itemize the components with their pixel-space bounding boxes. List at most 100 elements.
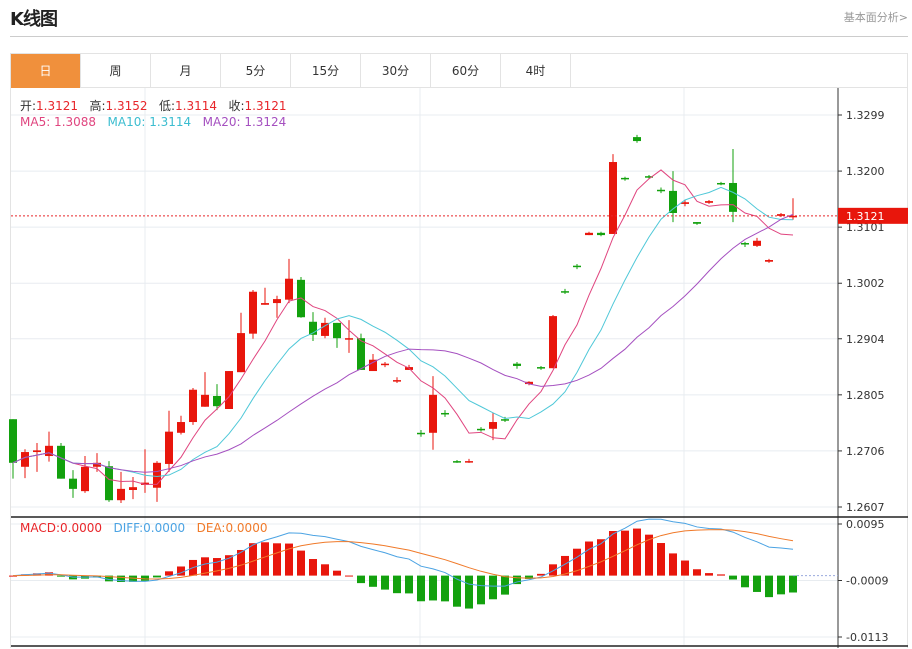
close-label: 收: bbox=[228, 99, 245, 113]
macd-bar bbox=[297, 550, 305, 576]
candle-up bbox=[165, 431, 173, 464]
macd-tick-label: -0.0113 bbox=[846, 631, 888, 644]
macd-readout: MACD:0.0000 DIFF:0.0000 DEA:0.0000 bbox=[20, 521, 267, 535]
candle-down bbox=[417, 432, 425, 435]
macd-bar bbox=[405, 575, 413, 594]
diff-value: DIFF:0.0000 bbox=[113, 521, 186, 535]
macd-bar bbox=[465, 575, 473, 609]
ma10-value: MA10: 1.3114 bbox=[107, 115, 192, 129]
ma20-line bbox=[12, 213, 794, 473]
candle-up bbox=[285, 278, 293, 300]
candle-up bbox=[381, 363, 389, 366]
macd-bar bbox=[585, 541, 593, 576]
candle-up bbox=[609, 162, 617, 234]
macd-bar bbox=[261, 542, 269, 576]
candle-up bbox=[465, 461, 473, 463]
macd-bar bbox=[729, 575, 737, 580]
candle-up bbox=[189, 389, 197, 423]
ma5-line bbox=[12, 169, 794, 485]
candle-down bbox=[9, 419, 17, 463]
macd-bar bbox=[357, 575, 365, 584]
candle-down bbox=[633, 137, 641, 142]
macd-bar bbox=[657, 543, 665, 576]
candle-up bbox=[201, 394, 209, 407]
candle-up bbox=[585, 232, 593, 236]
macd-bar bbox=[549, 564, 557, 576]
candle-up bbox=[273, 299, 281, 304]
candle-down bbox=[657, 189, 665, 192]
candle-down bbox=[441, 412, 449, 415]
macd-bar bbox=[273, 543, 281, 576]
macd-bar bbox=[489, 575, 497, 600]
macd-bar bbox=[789, 575, 797, 593]
candle-down bbox=[717, 182, 725, 185]
candle-down bbox=[57, 445, 65, 479]
macd-bar bbox=[369, 575, 377, 587]
ma20-value: MA20: 1.3124 bbox=[202, 115, 287, 129]
macd-bar bbox=[165, 571, 173, 576]
ma-readout: MA5: 1.3088 MA10: 1.3114 MA20: 1.3124 bbox=[20, 115, 286, 129]
price-tick-label: 1.2706 bbox=[846, 445, 885, 458]
dea-value: DEA:0.0000 bbox=[196, 521, 268, 535]
candle-up bbox=[117, 488, 125, 501]
low-value: 1.3114 bbox=[175, 99, 218, 113]
candle-up bbox=[249, 291, 257, 334]
macd-bar bbox=[417, 575, 425, 602]
macd-bar bbox=[705, 573, 713, 576]
macd-bar bbox=[333, 570, 341, 576]
price-tick-label: 1.3299 bbox=[846, 109, 885, 122]
candle-down bbox=[105, 466, 113, 501]
candle-down bbox=[597, 232, 605, 236]
macd-bar bbox=[321, 564, 329, 576]
macd-bar bbox=[741, 575, 749, 588]
macd-bar bbox=[393, 575, 401, 594]
macd-value: MACD:0.0000 bbox=[20, 521, 103, 535]
candle-down bbox=[561, 291, 569, 293]
macd-bar bbox=[213, 558, 221, 576]
open-label: 开: bbox=[20, 99, 37, 113]
candle-up bbox=[345, 338, 353, 340]
macd-bar bbox=[381, 575, 389, 590]
candle-up bbox=[177, 422, 185, 433]
macd-bar bbox=[669, 553, 677, 576]
low-label: 低: bbox=[159, 99, 176, 113]
macd-bar bbox=[441, 575, 449, 602]
candle-down bbox=[537, 367, 545, 369]
high-value: 1.3152 bbox=[105, 99, 148, 113]
price-tick-label: 1.2607 bbox=[846, 501, 885, 514]
candle-up bbox=[81, 466, 89, 492]
candle-down bbox=[357, 338, 365, 370]
candle-up bbox=[429, 394, 437, 433]
candle-down bbox=[453, 461, 461, 463]
price-tick-label: 1.2805 bbox=[846, 389, 885, 402]
candle-down bbox=[69, 478, 77, 489]
candle-down bbox=[741, 243, 749, 245]
candle-down bbox=[477, 428, 485, 431]
high-label: 高: bbox=[89, 99, 106, 113]
macd-bar bbox=[429, 575, 437, 601]
price-tick-label: 1.2904 bbox=[846, 333, 885, 346]
current-price-label: 1.3121 bbox=[846, 210, 885, 223]
macd-bar bbox=[153, 575, 161, 578]
candle-down bbox=[333, 322, 341, 339]
candle-up bbox=[261, 303, 269, 305]
macd-bar bbox=[309, 559, 317, 576]
candle-down bbox=[573, 265, 581, 268]
ma10-line bbox=[12, 186, 794, 477]
candle-up bbox=[225, 371, 233, 409]
close-value: 1.3121 bbox=[244, 99, 287, 113]
macd-bar bbox=[777, 575, 785, 595]
macd-bar bbox=[609, 531, 617, 576]
macd-bar bbox=[717, 574, 725, 576]
ma5-value: MA5: 1.3088 bbox=[20, 115, 97, 129]
macd-bar bbox=[633, 528, 641, 576]
candle-up bbox=[489, 422, 497, 429]
candle-up bbox=[393, 380, 401, 382]
candle-up bbox=[753, 240, 761, 246]
candle-up bbox=[321, 322, 329, 336]
candle-down bbox=[501, 419, 509, 421]
candle-up bbox=[21, 452, 29, 467]
candle-down bbox=[513, 363, 521, 366]
macd-bar bbox=[693, 569, 701, 576]
price-tick-label: 1.3200 bbox=[846, 165, 885, 178]
